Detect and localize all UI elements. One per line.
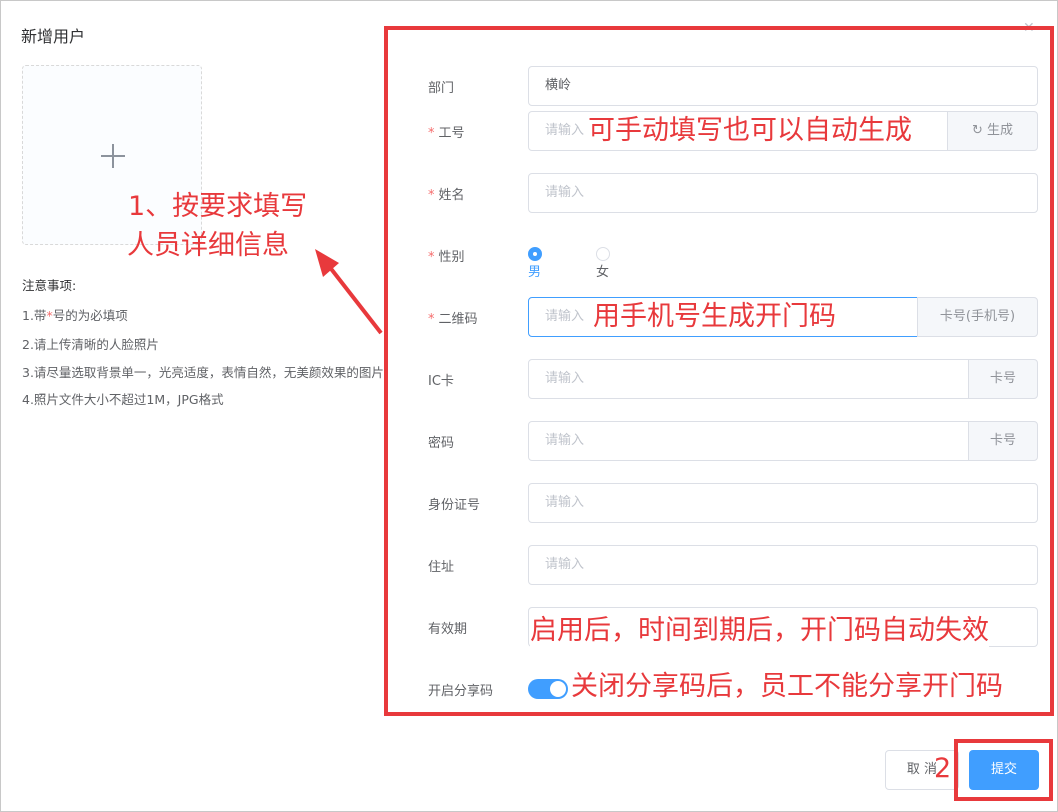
note-text: 号的为必填项 [52,308,128,323]
plus-icon [101,144,125,168]
annotation-validity: 启用后，时间到期后，开门码自动失效 [530,615,989,647]
add-user-dialog: 新增用户 ✕ 注意事项: 1.带*号的为必填项 2.请上传清晰的人脸照片 3.请… [0,0,1058,812]
annotation-arrow [315,249,383,335]
note-item: 3.请尽量选取背景单一，光亮适度，表情自然，无美颜效果的图片 [22,365,384,380]
annotation-job-number: 可手动填写也可以自动生成 [588,115,912,147]
note-text: 1.带 [22,308,47,323]
annotation-step2: 2 [934,753,952,784]
dialog-title: 新增用户 [21,27,86,46]
note-item: 4.照片文件大小不超过1M，JPG格式 [22,392,224,407]
annotation-step1: 1、按要求填写 [128,191,308,222]
annotation-share: 关闭分享码后，员工不能分享开门码 [571,671,1003,703]
submit-highlight-box [954,739,1053,801]
annotation-qr: 用手机号生成开门码 [593,301,836,333]
annotation-step1-line2: 人员详细信息 [127,230,289,261]
